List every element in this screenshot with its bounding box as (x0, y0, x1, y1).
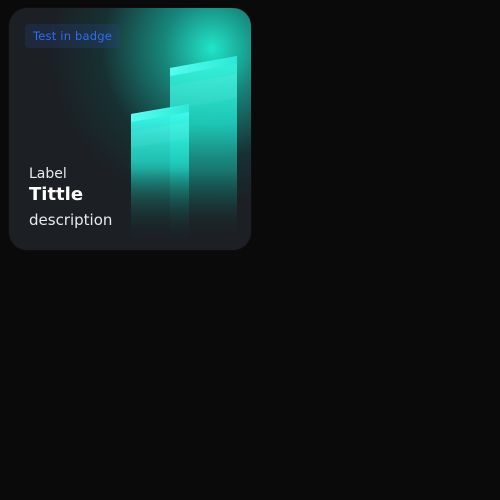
canvas: Test in badge Label Tittle description (0, 0, 500, 500)
card-title: Tittle (29, 184, 84, 205)
feature-card[interactable]: Test in badge Label Tittle description (9, 8, 251, 250)
card-description: description (29, 211, 113, 229)
status-badge: Test in badge (25, 24, 121, 48)
card-label: Label (29, 166, 67, 182)
card-text: Label Tittle description (29, 165, 112, 230)
